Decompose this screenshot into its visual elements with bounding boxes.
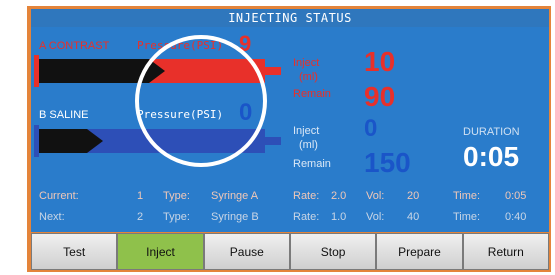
- syringe-b-cap: [34, 125, 39, 157]
- current-vol-value: 20: [407, 190, 420, 202]
- current-label: Current:: [39, 190, 79, 202]
- title-bar: INJECTING STATUS: [31, 9, 549, 27]
- duration-value: 0:05: [463, 141, 520, 172]
- current-index: 1: [137, 190, 144, 202]
- stop-button[interactable]: Stop: [289, 233, 377, 270]
- channel-a-inject-value: 10: [364, 46, 396, 77]
- current-rate-label: Rate:: [293, 190, 320, 202]
- button-bar: Test Inject Pause Stop Prepare Return: [31, 233, 549, 270]
- test-button[interactable]: Test: [31, 233, 118, 270]
- next-rate-label: Rate:: [293, 211, 320, 223]
- channel-a-ml-label: (ml): [299, 71, 318, 83]
- next-vol-value: 40: [407, 211, 420, 223]
- syringe-b-graphic: [34, 125, 281, 157]
- next-type-label: Type:: [163, 211, 190, 223]
- syringe-b-tip: [265, 137, 281, 145]
- next-label: Next:: [39, 211, 65, 223]
- current-type-value: Syringe A: [211, 190, 259, 202]
- next-vol-label: Vol:: [366, 211, 385, 223]
- next-type-value: Syringe B: [211, 211, 259, 223]
- current-type-label: Type:: [163, 190, 190, 202]
- return-button[interactable]: Return: [462, 233, 549, 270]
- channel-b-inject-label: Inject: [293, 125, 320, 137]
- syringe-a-graphic: [34, 55, 281, 87]
- channel-a-remain-value: 90: [364, 81, 396, 112]
- channel-b-inject-value: 0: [364, 115, 378, 142]
- channel-b-label: B SALINE: [39, 109, 89, 121]
- status-panel: A CONTRAST Pressure(PSI) 9 Inject (ml) R…: [31, 27, 549, 232]
- current-time-value: 0:05: [505, 190, 527, 202]
- current-vol-label: Vol:: [366, 190, 385, 202]
- next-rate-value: 1.0: [331, 211, 347, 223]
- channel-b-ml-label: (ml): [299, 139, 318, 151]
- channel-a-inject-label: Inject: [293, 57, 320, 69]
- channel-a-remain-label: Remain: [293, 88, 331, 100]
- channel-b-remain-value: 150: [364, 147, 411, 178]
- next-index: 2: [137, 211, 144, 223]
- channel-a-label: A CONTRAST: [39, 40, 110, 52]
- duration-label: DURATION: [463, 126, 520, 138]
- channel-b-pressure-label: Pressure(PSI): [137, 108, 224, 121]
- inject-button[interactable]: Inject: [117, 233, 204, 270]
- current-rate-value: 2.0: [331, 190, 347, 202]
- next-time-label: Time:: [453, 211, 481, 223]
- title-text: INJECTING STATUS: [228, 11, 352, 25]
- prepare-button[interactable]: Prepare: [376, 233, 463, 270]
- syringe-a-plunger: [39, 59, 165, 83]
- current-time-label: Time:: [453, 190, 481, 202]
- channel-a-pressure-label: Pressure(PSI): [137, 39, 224, 52]
- syringe-a-cap: [34, 55, 39, 87]
- channel-b-remain-label: Remain: [293, 158, 331, 170]
- next-time-value: 0:40: [505, 211, 527, 223]
- pause-button[interactable]: Pause: [203, 233, 290, 270]
- syringe-a-tip: [265, 67, 281, 75]
